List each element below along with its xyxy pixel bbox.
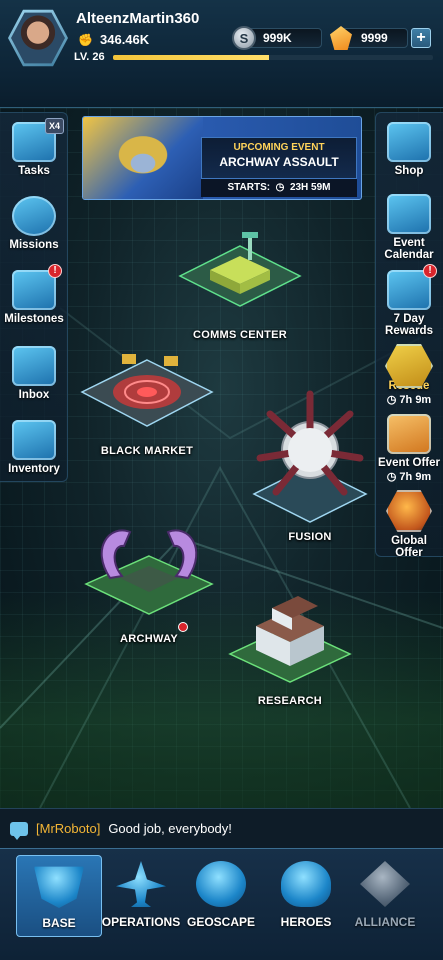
black-market-label: BLACK MARKET (100, 445, 194, 457)
nav-label-heroes: HEROES (280, 915, 332, 929)
fusion-structure (252, 390, 368, 523)
event-starts-time: 23H 59M (289, 182, 331, 193)
nav-label-base: BASE (42, 916, 76, 930)
calendar-reward-icon: ! (387, 264, 437, 310)
level-value: LV. 26 (74, 51, 105, 63)
chat-bubble-icon (10, 821, 28, 840)
rescue-button[interactable]: Rescue ◷ 7h 9m (375, 344, 443, 406)
nav-tab-alliance[interactable]: ALLIANCE (342, 855, 428, 937)
radar-icon (12, 196, 56, 236)
xp-progress-fill (112, 54, 270, 60)
jet-icon (116, 861, 166, 907)
silver-amount: 999K (263, 31, 292, 45)
event-offer-icon (387, 414, 431, 454)
event-offer-button[interactable]: Event Offer ◷ 7h 9m (375, 414, 443, 483)
alliance-lock-icon (360, 861, 410, 907)
nav-tab-geoscape[interactable]: GEOSCAPE (178, 855, 264, 937)
global-offer-label: Global Offer (391, 535, 427, 559)
upcoming-event-banner[interactable]: UPCOMING EVENT ARCHWAY ASSAULT STARTS: ◷… (82, 116, 362, 200)
soldier-helmet-icon (281, 861, 331, 907)
add-currency-button[interactable]: + (411, 28, 431, 48)
bottom-navigation: BASE OPERATIONS GEOSCAPE HEROES ALLIANCE (0, 848, 443, 960)
rewards-alert-badge: ! (423, 264, 437, 278)
seven-day-rewards-button[interactable]: ! 7 Day Rewards (375, 264, 443, 337)
power-display: ✊ 346.46K (78, 32, 149, 47)
event-start-timer: STARTS: ◷ 23H 59M (201, 179, 357, 197)
xp-progress-bar (112, 54, 433, 60)
research-structure (228, 596, 352, 683)
missions-button[interactable]: Missions (0, 196, 68, 251)
tasks-label: Tasks (18, 165, 50, 177)
milestones-button[interactable]: ! Milestones (0, 264, 68, 325)
comms-center-label: COMMS CENTER (192, 329, 288, 341)
event-subtitle: UPCOMING EVENT (233, 142, 325, 153)
chat-bar[interactable]: [MrRoboto] Good job, everybody! (0, 808, 443, 848)
milestones-label: Milestones (4, 313, 64, 325)
tasks-multiplier-badge: X4 (44, 118, 64, 134)
tasks-button[interactable]: X4 Tasks (0, 118, 68, 177)
archway-label: ARCHWAY (120, 633, 178, 645)
event-offer-timer: ◷ 7h 9m (386, 471, 432, 483)
inbox-button[interactable]: Inbox (0, 346, 68, 401)
clock-icon: ◷ (272, 182, 288, 193)
black-market-structure (80, 354, 214, 427)
inventory-button[interactable]: Inventory (0, 420, 68, 475)
power-fist-icon: ✊ (78, 32, 93, 47)
top-hud: AlteenzMartin360 ✊ 346.46K LV. 26 S 999K… (0, 0, 443, 108)
shop-button[interactable]: Shop (375, 122, 443, 177)
gem-amount: 9999 (361, 31, 388, 45)
chat-message: Good job, everybody! (108, 821, 232, 836)
archway-notification-dot (178, 622, 188, 632)
silver-currency[interactable]: S 999K (232, 26, 322, 50)
silver-coin-icon: S (232, 26, 256, 50)
chat-sender: [MrRoboto] (36, 821, 101, 836)
building-research[interactable]: RESEARCH (226, 586, 354, 707)
global-offer-button[interactable]: Global Offer (375, 490, 443, 559)
event-hero-art (83, 117, 203, 199)
power-value: 346.46K (100, 32, 150, 47)
building-archway[interactable]: ARCHWAY (80, 518, 218, 645)
archway-structure (84, 529, 214, 615)
seven-day-rewards-label: 7 Day Rewards (385, 313, 433, 337)
building-black-market[interactable]: BLACK MARKET (76, 346, 218, 457)
player-name: AlteenzMartin360 (76, 10, 200, 27)
shop-label: Shop (394, 165, 424, 177)
event-title-box: UPCOMING EVENT ARCHWAY ASSAULT (201, 137, 357, 179)
gem-currency[interactable]: 9999 (330, 26, 408, 50)
globe-offer-icon (386, 490, 432, 532)
event-starts-label: STARTS: (227, 182, 271, 193)
star-shield-icon: ! (12, 264, 62, 310)
level-display: LV. 26 (74, 51, 433, 63)
milestones-alert-badge: ! (48, 264, 62, 278)
tasks-clipboard-icon: X4 (12, 118, 64, 162)
event-calendar-button[interactable]: Event Calendar (375, 194, 443, 261)
nav-tab-heroes[interactable]: HEROES (263, 855, 349, 937)
nav-label-geoscape: GEOSCAPE (186, 915, 255, 929)
event-calendar-label: Event Calendar (384, 237, 434, 261)
calendar-icon (387, 194, 431, 234)
comms-center-structure (178, 232, 302, 307)
envelope-icon (12, 346, 56, 386)
event-offer-label: Event Offer (378, 457, 440, 469)
globe-icon (196, 861, 246, 907)
building-fusion[interactable]: FUSION (248, 384, 372, 543)
research-label: RESEARCH (257, 695, 323, 707)
base-shield-icon (34, 866, 84, 908)
inventory-label: Inventory (8, 463, 60, 475)
nav-tab-operations[interactable]: OPERATIONS (98, 855, 184, 937)
building-comms-center[interactable]: COMMS CENTER (170, 228, 310, 341)
event-name: ARCHWAY ASSAULT (219, 155, 339, 169)
inbox-label: Inbox (18, 389, 50, 401)
nav-tab-base[interactable]: BASE (16, 855, 102, 937)
missions-label: Missions (9, 239, 59, 251)
fusion-label: FUSION (288, 531, 332, 543)
treasure-chest-icon (387, 122, 431, 162)
nav-label-alliance: ALLIANCE (354, 915, 416, 929)
crate-icon (12, 420, 56, 460)
rescue-timer: ◷ 7h 9m (386, 394, 432, 406)
nav-label-operations: OPERATIONS (101, 915, 181, 929)
player-avatar[interactable] (8, 8, 68, 67)
